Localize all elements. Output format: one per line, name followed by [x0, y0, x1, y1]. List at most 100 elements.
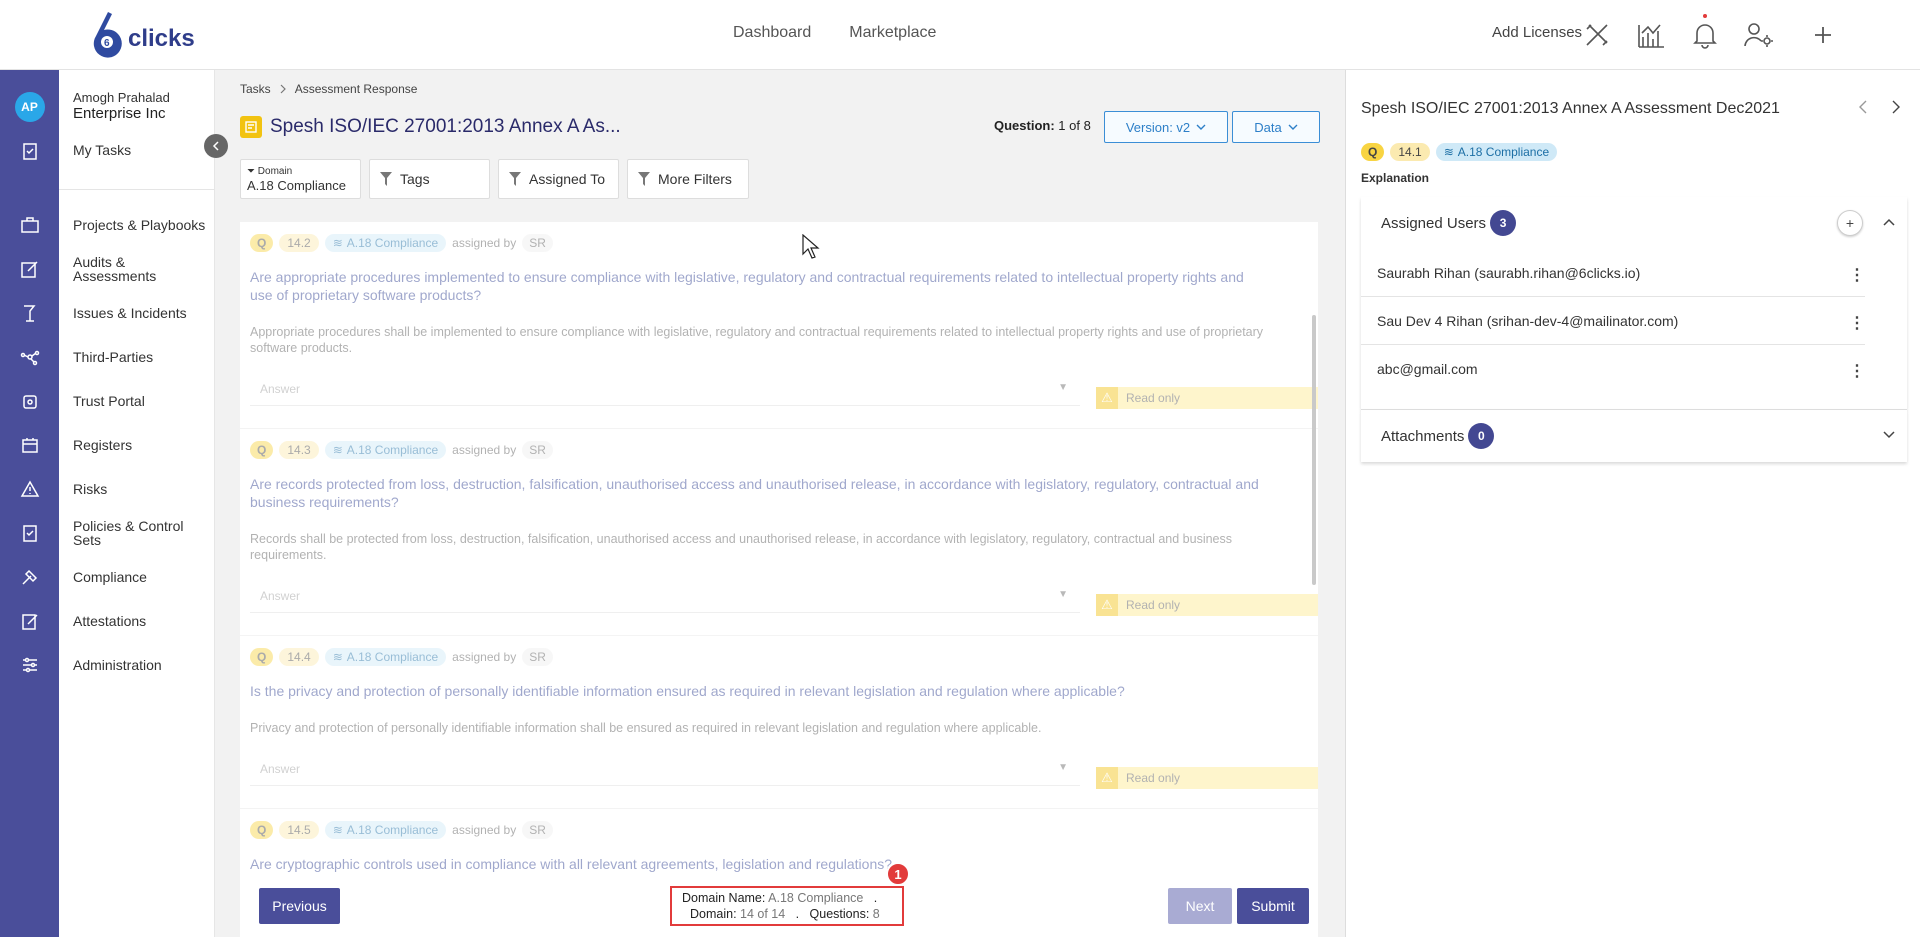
data-label: Data	[1254, 119, 1282, 135]
rail-compliance-icon[interactable]	[0, 555, 59, 599]
more-options-icon[interactable]: ⋮	[1849, 265, 1865, 285]
collapse-sidebar-button[interactable]	[204, 134, 228, 158]
user-settings-icon[interactable]	[1742, 18, 1776, 52]
version-dropdown[interactable]: Version: v2	[1104, 111, 1228, 143]
rail-audits-icon[interactable]	[0, 247, 59, 291]
analytics-icon[interactable]	[1634, 18, 1668, 52]
add-icon[interactable]	[1806, 18, 1840, 52]
rail-third-parties-icon[interactable]	[0, 335, 59, 379]
detail-domain-label: A.18 Compliance	[1457, 145, 1550, 159]
rail-registers-icon[interactable]	[0, 423, 59, 467]
breadcrumb-tasks[interactable]: Tasks	[240, 82, 271, 96]
chevron-down-icon	[1288, 124, 1298, 130]
domain-info-box: Domain Name: A.18 Compliance . Domain: 1…	[670, 886, 904, 926]
warning-icon: ⚠	[1096, 387, 1118, 409]
question-label: Question:	[994, 118, 1055, 133]
question-tag: Q	[250, 648, 274, 666]
next-question-arrow-icon[interactable]	[1891, 100, 1901, 119]
next-button[interactable]: Next	[1168, 888, 1232, 924]
sidebar-item-policies[interactable]: Policies & Control Sets	[73, 519, 193, 547]
chevron-down-icon[interactable]	[1883, 428, 1895, 442]
separator: .	[873, 891, 878, 905]
chevron-up-icon[interactable]	[1883, 215, 1895, 229]
sidebar-item-attestations[interactable]: Attestations	[73, 614, 213, 628]
assigned-by-label: assigned by	[452, 236, 517, 250]
assignee-initials: SR	[522, 234, 553, 252]
question-card[interactable]: Q 14.4 ≋ A.18 Compliance assigned by SR I…	[240, 636, 1318, 809]
sidebar-item-issues[interactable]: Issues & Incidents	[73, 306, 213, 320]
sidebar-item-audits[interactable]: Audits & Assessments	[73, 255, 193, 283]
read-only-label: Read only	[1126, 391, 1181, 405]
logo-digit: 6	[104, 38, 110, 49]
user-org: Enterprise Inc	[73, 105, 166, 122]
submit-button[interactable]: Submit	[1237, 888, 1309, 924]
questions-value: 8	[872, 907, 880, 921]
design-tools-icon[interactable]	[1580, 18, 1614, 52]
add-user-button[interactable]: +	[1837, 210, 1863, 236]
nav-dashboard[interactable]: Dashboard	[733, 24, 811, 42]
question-text: Are cryptographic controls used in compl…	[250, 856, 893, 872]
side-nav: Amogh Prahalad Enterprise Inc My Tasks P…	[59, 70, 215, 937]
sidebar-item-compliance[interactable]: Compliance	[73, 570, 213, 584]
previous-button[interactable]: Previous	[259, 888, 340, 924]
rail-risks-icon[interactable]	[0, 467, 59, 511]
more-options-icon[interactable]: ⋮	[1849, 361, 1865, 381]
rail-attestations-icon[interactable]	[0, 599, 59, 643]
sidebar-item-registers[interactable]: Registers	[73, 438, 213, 452]
filter-funnel-icon	[509, 172, 521, 186]
more-filters-button[interactable]: More Filters	[627, 159, 749, 199]
questions-label: Questions:	[809, 907, 870, 921]
app-logo[interactable]: 6 clicks	[88, 10, 195, 58]
sidebar-item-my-tasks[interactable]: My Tasks	[73, 143, 213, 157]
answer-select[interactable]: Answer ▼	[250, 579, 1080, 613]
attachments-header[interactable]: Attachments 0	[1361, 410, 1907, 462]
domain-filter[interactable]: ⏷ Domain A.18 Compliance	[240, 159, 361, 199]
domain-filter-value: A.18 Compliance	[247, 178, 346, 193]
page-title: Spesh ISO/IEC 27001:2013 Annex A As...	[270, 116, 621, 137]
domain-chip-label: A.18 Compliance	[346, 650, 439, 664]
question-list-scrollbar[interactable]	[1312, 315, 1316, 585]
sidebar-item-third-parties[interactable]: Third-Parties	[73, 350, 213, 364]
assigned-to-filter-label: Assigned To	[529, 171, 606, 187]
chevron-down-icon	[1196, 124, 1206, 130]
answer-select[interactable]: Answer ▼	[250, 752, 1080, 786]
chevron-right-icon	[280, 84, 286, 94]
rail-projects-icon[interactable]	[0, 203, 59, 247]
prev-question-arrow-icon[interactable]	[1858, 100, 1868, 119]
layers-icon: ≋	[332, 650, 343, 664]
answer-select[interactable]: Answer ▼	[250, 372, 1080, 406]
user-avatar[interactable]: AP	[0, 85, 59, 129]
domain-label: Domain:	[690, 907, 737, 921]
nav-marketplace[interactable]: Marketplace	[849, 24, 936, 42]
rail-trust-portal-icon[interactable]	[0, 379, 59, 423]
question-description: Appropriate procedures shall be implemen…	[250, 325, 1264, 355]
assigned-users-header[interactable]: Assigned Users 3 +	[1361, 197, 1907, 249]
rail-administration-icon[interactable]	[0, 643, 59, 687]
top-bar: 6 clicks Dashboard Marketplace Add Licen…	[0, 0, 1920, 70]
tags-filter[interactable]: Tags	[369, 159, 490, 199]
attachments-count-badge: 0	[1468, 423, 1495, 449]
question-card[interactable]: Q 14.2 ≋ A.18 Compliance assigned by SR A…	[240, 222, 1318, 429]
assigned-by-label: assigned by	[452, 443, 517, 457]
question-card[interactable]: Q 14.3 ≋ A.18 Compliance assigned by SR A…	[240, 429, 1318, 636]
question-number: 14.2	[279, 234, 319, 252]
more-options-icon[interactable]: ⋮	[1849, 313, 1865, 333]
notifications-bell-icon[interactable]	[1688, 14, 1722, 52]
sidebar-item-administration[interactable]: Administration	[73, 658, 213, 672]
assigned-to-filter[interactable]: Assigned To	[498, 159, 619, 199]
rail-policies-icon[interactable]	[0, 511, 59, 555]
mouse-cursor-icon	[802, 233, 820, 265]
assignee-initials: SR	[522, 441, 553, 459]
answer-placeholder: Answer	[260, 382, 301, 396]
data-dropdown[interactable]: Data	[1232, 111, 1320, 143]
add-licenses-link[interactable]: Add Licenses	[1492, 24, 1582, 41]
rail-issues-icon[interactable]	[0, 291, 59, 335]
avatar: AP	[14, 92, 45, 122]
warning-icon: ⚠	[1096, 767, 1118, 789]
sidebar-item-risks[interactable]: Risks	[73, 482, 213, 496]
read-only-label: Read only	[1126, 771, 1181, 785]
assigned-user-name: Saurabh Rihan (saurabh.rihan@6clicks.io)	[1377, 264, 1641, 281]
rail-tasks-icon[interactable]	[0, 129, 59, 173]
sidebar-item-projects[interactable]: Projects & Playbooks	[73, 218, 213, 232]
sidebar-item-trust-portal[interactable]: Trust Portal	[73, 394, 213, 408]
